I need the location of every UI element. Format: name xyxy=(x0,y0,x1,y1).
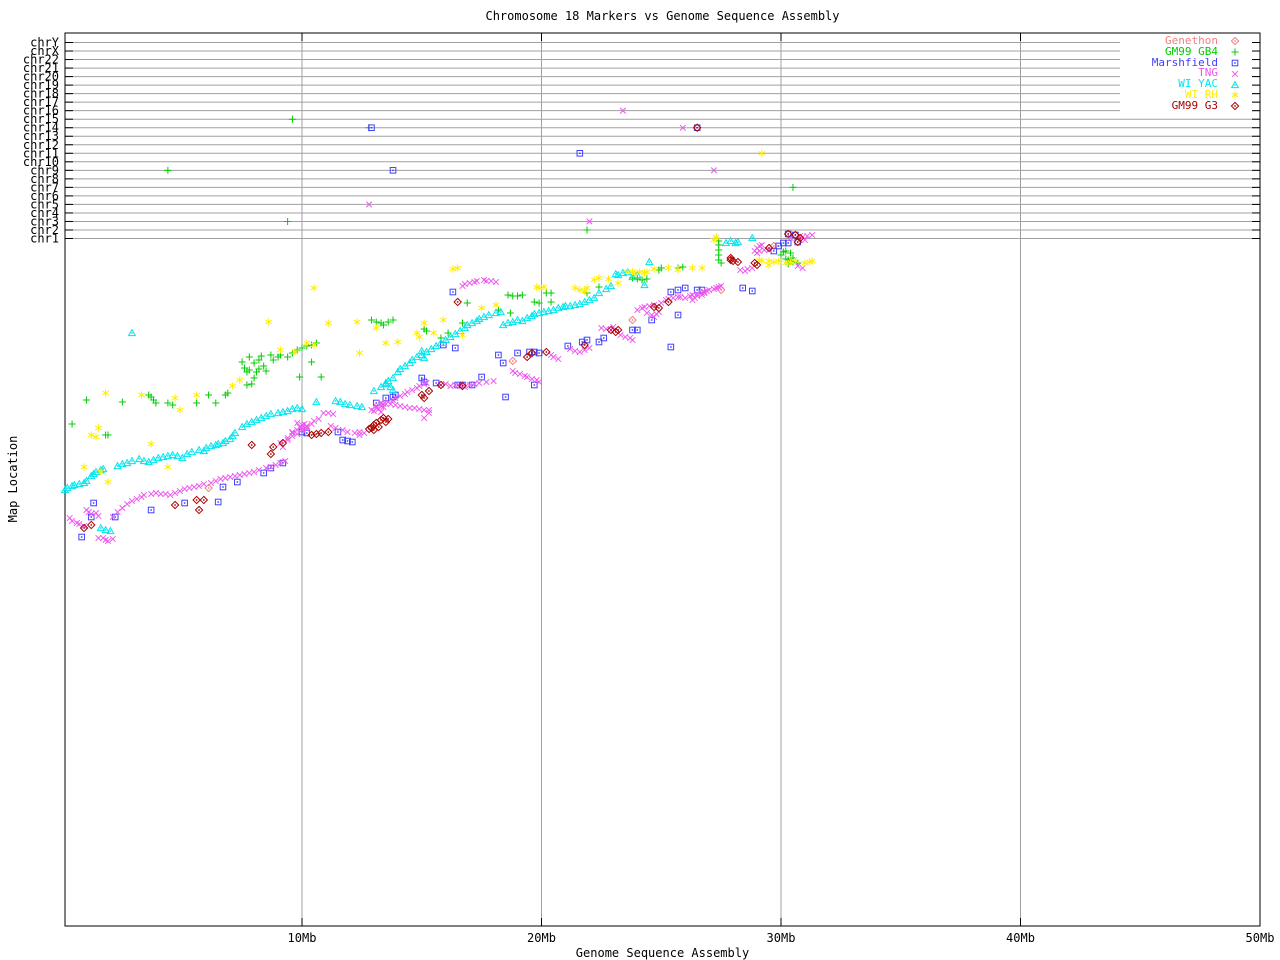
svg-text:20Mb: 20Mb xyxy=(527,931,556,945)
scatter-plot-canvas: chrYchrXchr22chr21chr20chr19chr18chr17ch… xyxy=(0,0,1280,960)
y-axis-label: Map Location xyxy=(6,419,20,539)
svg-text:40Mb: 40Mb xyxy=(1006,931,1035,945)
legend-item-gm99-g3: GM99 G3 xyxy=(1120,101,1252,112)
chart-title: Chromosome 18 Markers vs Genome Sequence… xyxy=(65,9,1260,23)
grid-lines xyxy=(65,33,1260,926)
series-gm99-g3 xyxy=(80,230,803,531)
legend-label: GM99 G3 xyxy=(1120,101,1218,112)
diamond-marker-icon xyxy=(1218,101,1252,111)
series-wi-yac xyxy=(61,235,755,534)
svg-text:chr1: chr1 xyxy=(30,232,59,246)
x-axis-label: Genome Sequence Assembly xyxy=(65,946,1260,960)
chart-page: chrYchrXchr22chr21chr20chr19chr18chr17ch… xyxy=(0,0,1280,960)
triangle-marker-icon xyxy=(1218,80,1252,90)
square-marker-icon xyxy=(1218,58,1252,68)
data-points xyxy=(61,108,815,544)
plus-marker-icon xyxy=(1218,47,1252,57)
asterisk-marker-icon xyxy=(1218,90,1252,100)
axes-and-ticks xyxy=(65,33,1260,926)
legend-item-marshfield: Marshfield xyxy=(1120,58,1252,69)
svg-text:30Mb: 30Mb xyxy=(767,931,796,945)
legend: Genethon GM99 GB4 Marshfield TNG WI YAC … xyxy=(1120,36,1252,112)
series-genethon xyxy=(205,242,777,491)
svg-text:50Mb: 50Mb xyxy=(1246,931,1275,945)
diamond-marker-icon xyxy=(1218,36,1252,46)
cross-marker-icon xyxy=(1218,69,1252,79)
series-wi-rh xyxy=(81,233,815,485)
svg-text:10Mb: 10Mb xyxy=(288,931,317,945)
